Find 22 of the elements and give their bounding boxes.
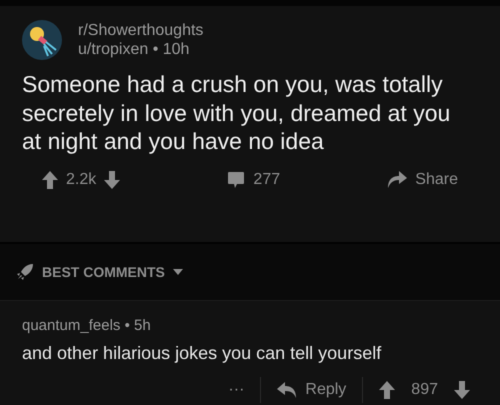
post-author-time: u/tropixen • 10h bbox=[78, 40, 190, 59]
vote-count: 897 bbox=[411, 380, 438, 400]
more-options-button[interactable]: ··· bbox=[228, 378, 244, 402]
reply-icon bbox=[277, 382, 298, 398]
subreddit-link[interactable]: r/Showerthoughts bbox=[78, 21, 204, 40]
subreddit-avatar-icon[interactable] bbox=[22, 20, 62, 60]
upvote-icon[interactable] bbox=[379, 380, 396, 398]
share-icon bbox=[387, 170, 408, 188]
share-button[interactable]: Share bbox=[387, 168, 458, 192]
vote-count: 2.2k bbox=[66, 170, 96, 190]
comment-icon bbox=[227, 170, 246, 188]
post-title: Someone had a crush on you, was totally secretely in love with you, dreamed at you at night and you have no idea bbox=[22, 70, 452, 156]
upvote-icon[interactable] bbox=[42, 170, 58, 188]
reply-button[interactable]: Reply bbox=[277, 378, 346, 402]
comments-button[interactable]: 277 bbox=[227, 168, 280, 192]
downvote-icon[interactable] bbox=[104, 170, 120, 188]
comment-text: and other hilarious jokes you can tell yourself bbox=[22, 342, 382, 365]
downvote-icon[interactable] bbox=[454, 380, 470, 398]
rocket-icon bbox=[16, 263, 34, 281]
sort-dropdown[interactable]: BEST COMMENTS bbox=[16, 262, 183, 282]
comment-author-time: quantum_feels • 5h bbox=[22, 316, 152, 336]
caret-icon bbox=[172, 269, 183, 275]
